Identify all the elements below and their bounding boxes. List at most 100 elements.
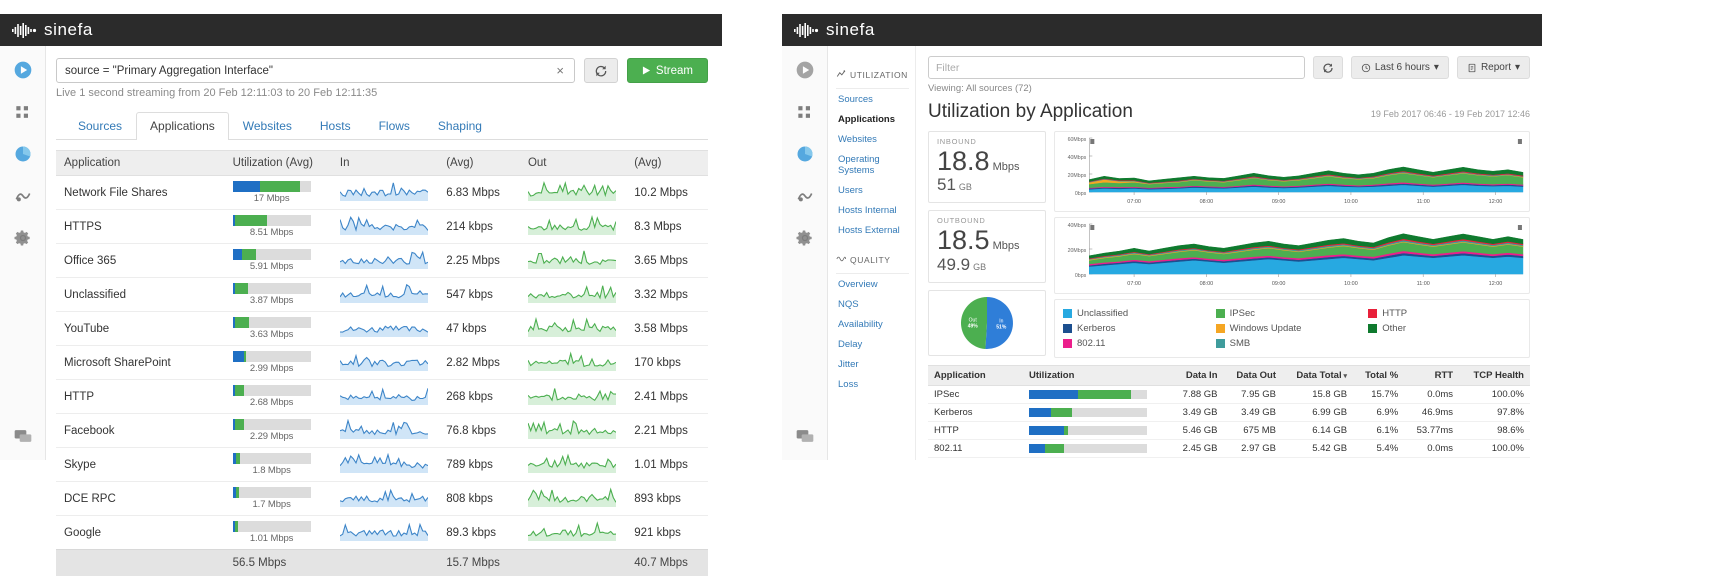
- utilization-bar: [1029, 408, 1147, 417]
- tab-websites[interactable]: Websites: [229, 112, 306, 140]
- legend-label: Unclassified: [1077, 308, 1128, 319]
- nav-item-nqs[interactable]: NQS: [836, 294, 915, 314]
- clear-query-icon[interactable]: ×: [554, 63, 566, 78]
- cell-out-avg: 3.65 Mbps: [626, 244, 708, 278]
- table-row[interactable]: HTTP5.46 GB675 MB6.14 GB6.1%53.77ms98.6%: [928, 422, 1530, 440]
- column-header[interactable]: Total %: [1353, 366, 1404, 386]
- svg-text:11:00: 11:00: [1417, 281, 1430, 287]
- time-range-button[interactable]: Last 6 hours ▾: [1351, 56, 1449, 79]
- cell-rtt: 43.8ms: [1404, 458, 1459, 461]
- column-header[interactable]: Application: [928, 366, 1023, 386]
- legend-item[interactable]: Other: [1368, 321, 1521, 336]
- support-chat-icon[interactable]: [795, 426, 815, 446]
- nav-item-hosts-external[interactable]: Hosts External: [836, 220, 915, 240]
- column-header[interactable]: (Avg): [438, 151, 520, 176]
- sparkline-svg: [340, 419, 428, 439]
- column-header[interactable]: Out: [520, 151, 626, 176]
- utilization-out-segment: [244, 351, 246, 362]
- column-header[interactable]: Application: [56, 151, 225, 176]
- cell-in-avg: 2.82 Mbps: [438, 346, 520, 380]
- outbound-stat-card: OUTBOUND 18.5 Mbps 49.9 GB: [928, 210, 1046, 282]
- svg-text:0bps: 0bps: [1075, 273, 1087, 279]
- chart-legend: Unclassified IPSecHTTP KerberosWindows Upd…: [1054, 299, 1530, 358]
- table-row[interactable]: DCE RPC1.7 Mbps808 kbps893 kbps: [56, 482, 708, 516]
- table-row[interactable]: Windows Update3.48 GB957 MB4.44 GB4.4%43…: [928, 458, 1530, 461]
- nav-item-availability[interactable]: Availability: [836, 314, 915, 334]
- legend-item[interactable]: HTTP: [1368, 306, 1521, 321]
- column-header[interactable]: Data Total ▾: [1282, 366, 1353, 386]
- live-play-icon[interactable]: [795, 60, 815, 80]
- table-row[interactable]: IPSec7.88 GB7.95 GB15.8 GB15.7%0.0ms100.…: [928, 386, 1530, 404]
- filter-input[interactable]: Filter: [928, 56, 1305, 79]
- tab-applications[interactable]: Applications: [136, 112, 229, 140]
- legend-item[interactable]: IPSec: [1216, 306, 1369, 321]
- refresh-button[interactable]: [584, 58, 618, 83]
- cell-utilization: [1023, 386, 1170, 404]
- table-row[interactable]: Google1.01 Mbps89.3 kbps921 kbps: [56, 516, 708, 550]
- inbound-volume-unit: GB: [959, 182, 972, 192]
- support-chat-icon[interactable]: [13, 426, 33, 446]
- legend-item[interactable]: Unclassified: [1063, 306, 1216, 321]
- nav-item-operating-systems[interactable]: Operating Systems: [836, 149, 915, 180]
- column-header[interactable]: Data In: [1170, 366, 1223, 386]
- nav-item-applications[interactable]: Applications: [836, 109, 915, 129]
- cell-data-total: 5.42 GB: [1282, 440, 1353, 458]
- reports-pie-icon[interactable]: [13, 144, 33, 164]
- settings-gear-icon[interactable]: [795, 228, 815, 248]
- nav-item-delay[interactable]: Delay: [836, 334, 915, 354]
- nav-item-loss[interactable]: Loss: [836, 374, 915, 394]
- dashboard-grid-icon[interactable]: [795, 102, 815, 122]
- legend-item[interactable]: Windows Update: [1216, 321, 1369, 336]
- dashboard-grid-icon[interactable]: [13, 102, 33, 122]
- utilization-out-segment: [1064, 426, 1068, 435]
- table-row[interactable]: HTTPS8.51 Mbps214 kbps8.3 Mbps: [56, 210, 708, 244]
- table-row[interactable]: YouTube3.63 Mbps47 kbps3.58 Mbps: [56, 312, 708, 346]
- table-row[interactable]: HTTP2.68 Mbps268 kbps2.41 Mbps: [56, 380, 708, 414]
- live-play-icon[interactable]: [13, 60, 33, 80]
- column-header[interactable]: In: [332, 151, 438, 176]
- table-row[interactable]: 802.112.45 GB2.97 GB5.42 GB5.4%0.0ms100.…: [928, 440, 1530, 458]
- legend-item[interactable]: SMB: [1216, 336, 1369, 351]
- table-row[interactable]: Unclassified3.87 Mbps547 kbps3.32 Mbps: [56, 278, 708, 312]
- refresh-button[interactable]: [1313, 56, 1343, 79]
- tab-flows[interactable]: Flows: [365, 112, 424, 140]
- table-row[interactable]: Office 3655.91 Mbps2.25 Mbps3.65 Mbps: [56, 244, 708, 278]
- table-row[interactable]: Skype1.8 Mbps789 kbps1.01 Mbps: [56, 448, 708, 482]
- chart-line-icon: [836, 69, 846, 81]
- shaping-icon[interactable]: [795, 186, 815, 206]
- nav-item-websites[interactable]: Websites: [836, 129, 915, 149]
- nav-item-jitter[interactable]: Jitter: [836, 354, 915, 374]
- column-header[interactable]: TCP Health: [1459, 366, 1530, 386]
- right-topbar: sinefa: [782, 14, 1542, 46]
- table-row[interactable]: Microsoft SharePoint2.99 Mbps2.82 Mbps17…: [56, 346, 708, 380]
- svg-text:12:00: 12:00: [1489, 281, 1503, 287]
- table-row[interactable]: Kerberos3.49 GB3.49 GB6.99 GB6.9%46.9ms9…: [928, 404, 1530, 422]
- inbound-volume: 51: [937, 175, 956, 195]
- column-header[interactable]: Data Out: [1224, 366, 1282, 386]
- table-row[interactable]: Facebook2.29 Mbps76.8 kbps2.21 Mbps: [56, 414, 708, 448]
- legend-item[interactable]: Kerberos: [1063, 321, 1216, 336]
- reports-pie-icon[interactable]: [795, 144, 815, 164]
- nav-item-overview[interactable]: Overview: [836, 274, 915, 294]
- legend-item[interactable]: 802.11: [1063, 336, 1216, 351]
- shaping-icon[interactable]: [13, 186, 33, 206]
- screenshot-stage: sinefa: [0, 0, 1712, 522]
- source-query-input[interactable]: source = "Primary Aggregation Interface"…: [56, 58, 575, 83]
- tab-hosts[interactable]: Hosts: [306, 112, 365, 140]
- settings-gear-icon[interactable]: [13, 228, 33, 248]
- table-row[interactable]: Network File Shares17 Mbps6.83 Mbps10.2 …: [56, 176, 708, 210]
- stream-button[interactable]: Stream: [627, 58, 708, 83]
- nav-item-users[interactable]: Users: [836, 180, 915, 200]
- sparkline-svg: [340, 215, 428, 235]
- report-button[interactable]: Report ▾: [1457, 56, 1530, 79]
- column-header[interactable]: Utilization (Avg): [225, 151, 332, 176]
- sparkline-svg: [528, 385, 616, 405]
- tab-sources[interactable]: Sources: [64, 112, 136, 140]
- column-header[interactable]: Utilization: [1023, 366, 1170, 386]
- tab-shaping[interactable]: Shaping: [424, 112, 496, 140]
- nav-item-hosts-internal[interactable]: Hosts Internal: [836, 200, 915, 220]
- column-header[interactable]: RTT: [1404, 366, 1459, 386]
- nav-item-sources[interactable]: Sources: [836, 89, 915, 109]
- legend-label: Other: [1382, 323, 1406, 334]
- column-header[interactable]: (Avg): [626, 151, 708, 176]
